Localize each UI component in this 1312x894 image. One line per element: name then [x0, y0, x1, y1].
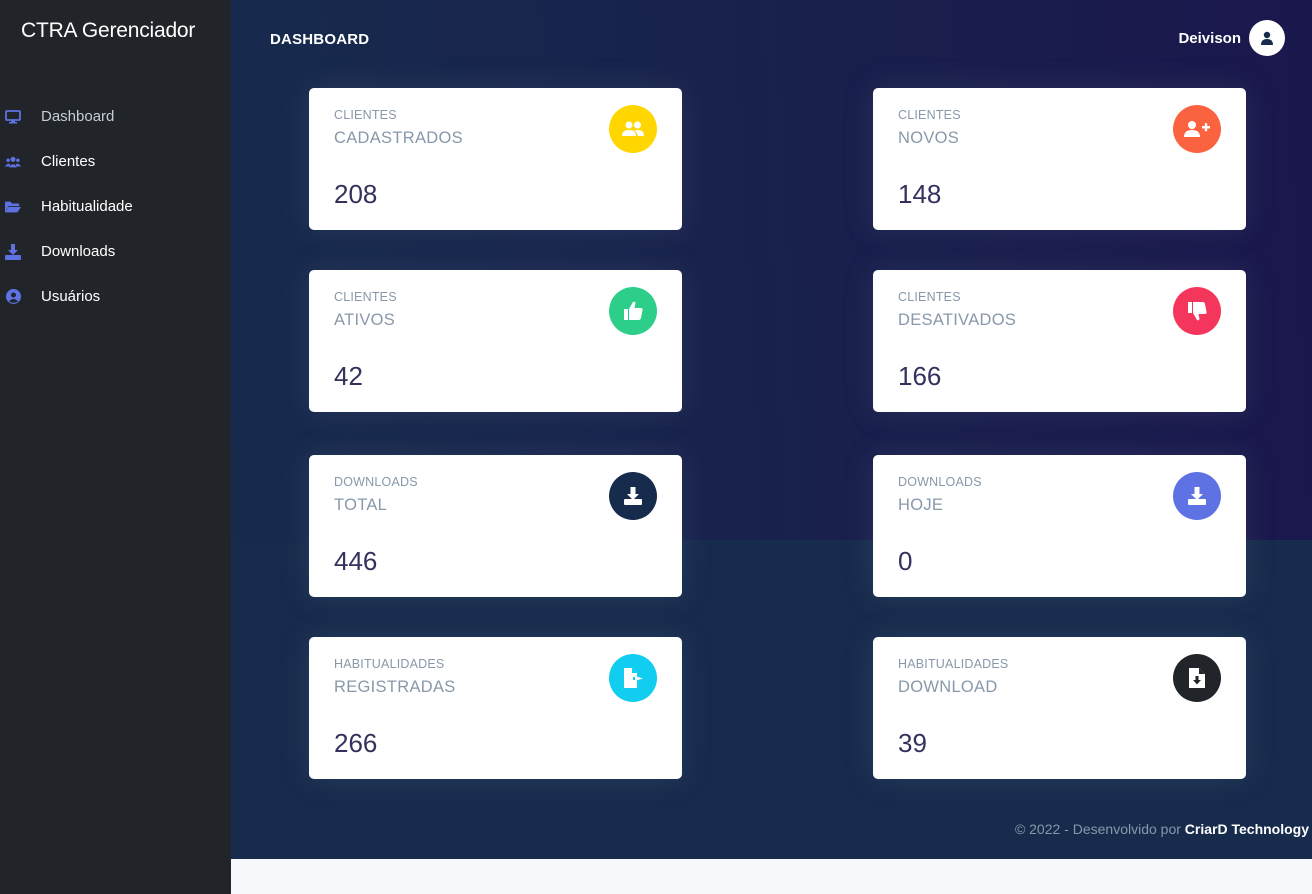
- sidebar: CTRA Gerenciador Dashboard Clientes Habi…: [0, 0, 231, 894]
- sidebar-item-downloads[interactable]: Downloads: [0, 229, 231, 274]
- download-icon: [5, 243, 21, 260]
- card-subtitle: CADASTRADOS: [334, 129, 463, 147]
- card-habitualidades-registradas: HABITUALIDADES REGISTRADAS 266: [309, 637, 682, 779]
- card-value: 148: [898, 179, 942, 209]
- sidebar-nav: Dashboard Clientes Habitualidade Downloa…: [0, 94, 231, 319]
- user-menu[interactable]: Deivison: [1178, 20, 1285, 56]
- download-icon: [1173, 472, 1221, 520]
- card-category: CLIENTES: [334, 108, 397, 122]
- card-category: CLIENTES: [898, 108, 961, 122]
- sidebar-item-label: Usuários: [41, 288, 101, 305]
- footer-company-link[interactable]: CriarD Technology: [1185, 821, 1309, 837]
- card-clientes-desativados: CLIENTES DESATIVADOS 166: [873, 270, 1246, 412]
- user-name: Deivison: [1178, 29, 1241, 47]
- page-title[interactable]: DASHBOARD: [270, 31, 369, 48]
- sidebar-item-dashboard[interactable]: Dashboard: [0, 94, 231, 139]
- users-icon: [5, 154, 21, 170]
- sidebar-item-label: Dashboard: [41, 108, 115, 125]
- card-value: 446: [334, 546, 378, 576]
- monitor-icon: [5, 109, 21, 125]
- user-plus-icon: [1173, 105, 1221, 153]
- card-clientes-ativos: CLIENTES ATIVOS 42: [309, 270, 682, 412]
- sidebar-item-habitualidade[interactable]: Habitualidade: [0, 184, 231, 229]
- folder-open-icon: [5, 199, 21, 215]
- sidebar-item-usuarios[interactable]: Usuários: [0, 274, 231, 319]
- card-downloads-total: DOWNLOADS TOTAL 446: [309, 455, 682, 597]
- main-content: DASHBOARD Deivison CLIENTES CADASTRADOS …: [231, 0, 1312, 859]
- card-category: DOWNLOADS: [898, 475, 982, 489]
- card-value: 42: [334, 361, 363, 391]
- card-category: CLIENTES: [898, 290, 961, 304]
- download-icon: [609, 472, 657, 520]
- file-export-icon: [609, 654, 657, 702]
- card-category: HABITUALIDADES: [334, 657, 445, 671]
- avatar[interactable]: [1249, 20, 1285, 56]
- brand-title[interactable]: CTRA Gerenciador: [21, 19, 195, 43]
- card-downloads-hoje: DOWNLOADS HOJE 0: [873, 455, 1246, 597]
- card-subtitle: HOJE: [898, 496, 944, 514]
- sidebar-item-label: Clientes: [41, 153, 96, 170]
- card-value: 0: [898, 546, 913, 576]
- card-clientes-novos: CLIENTES NOVOS 148: [873, 88, 1246, 230]
- card-subtitle: ATIVOS: [334, 311, 396, 329]
- footer: © 2022 - Desenvolvido por CriarD Technol…: [1015, 821, 1309, 837]
- sidebar-item-label: Habitualidade: [41, 198, 133, 215]
- card-subtitle: DESATIVADOS: [898, 311, 1017, 329]
- card-value: 208: [334, 179, 378, 209]
- sidebar-item-clientes[interactable]: Clientes: [0, 139, 231, 184]
- sidebar-item-label: Downloads: [41, 243, 116, 260]
- footer-text: © 2022 - Desenvolvido por: [1014, 821, 1185, 837]
- card-category: DOWNLOADS: [334, 475, 418, 489]
- card-clientes-cadastrados: CLIENTES CADASTRADOS 208: [309, 88, 682, 230]
- card-value: 166: [898, 361, 942, 391]
- card-value: 266: [334, 728, 378, 758]
- card-subtitle: DOWNLOAD: [898, 678, 998, 696]
- card-value: 39: [898, 728, 927, 758]
- card-subtitle: REGISTRADAS: [334, 678, 456, 696]
- thumbs-up-icon: [609, 287, 657, 335]
- card-subtitle: TOTAL: [334, 496, 388, 514]
- card-category: CLIENTES: [334, 290, 397, 304]
- user-circle-icon: [5, 289, 21, 305]
- file-download-icon: [1173, 654, 1221, 702]
- users-icon: [609, 105, 657, 153]
- user-icon: [1261, 31, 1273, 45]
- card-subtitle: NOVOS: [898, 129, 960, 147]
- card-category: HABITUALIDADES: [898, 657, 1009, 671]
- thumbs-down-icon: [1173, 287, 1221, 335]
- card-habitualidades-download: HABITUALIDADES DOWNLOAD 39: [873, 637, 1246, 779]
